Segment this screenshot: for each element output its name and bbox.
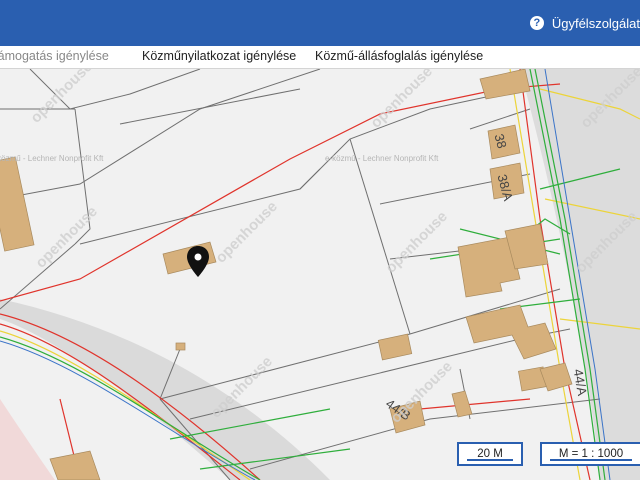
tab-bar: Támogatás igénylése Közműnyilatkozat igé… <box>0 46 640 69</box>
watermark-text: openhouse <box>382 208 451 277</box>
provider-text: e-közmű - Lechner Nonprofit Kft <box>325 154 439 163</box>
building <box>479 69 531 100</box>
building <box>175 342 186 351</box>
help-icon: ? <box>529 16 544 30</box>
map-canvas: 38 38/A 44/A 44/B e-közmű - Lechner Nonp… <box>0 69 640 480</box>
watermark-text: openhouse <box>32 203 101 272</box>
watermark-text: openhouse <box>367 69 436 132</box>
tab-kozmunyilatkozat[interactable]: Közműnyilatkozat igénylése <box>142 49 296 63</box>
pink-area <box>0 399 55 480</box>
scale-ratio[interactable]: M = 1 : 1000 <box>540 442 640 466</box>
building <box>0 156 35 252</box>
tab-tamogatas[interactable]: Támogatás igénylése <box>0 49 109 63</box>
buildings <box>0 69 573 480</box>
road-surface <box>0 299 330 480</box>
building <box>377 333 413 361</box>
scale-bar: 20 M <box>457 442 523 466</box>
cadastral-map[interactable]: 38 38/A 44/A 44/B e-közmű - Lechner Nonp… <box>0 69 640 480</box>
tab-kozmu-allasfoglalas[interactable]: Közmű-állásfoglalás igénylése <box>315 49 483 63</box>
location-pin-icon[interactable] <box>187 246 209 277</box>
building <box>451 390 473 418</box>
help-link[interactable]: ? Ügyfélszolgálat <box>529 0 640 46</box>
watermark-text: openhouse <box>27 69 96 127</box>
water-lines <box>0 69 621 480</box>
road-surface-east <box>520 69 640 480</box>
top-bar: ? Ügyfélszolgálat <box>0 0 640 46</box>
provider-labels: e-közmű - Lechner Nonprofit Kft e-közmű … <box>0 154 439 163</box>
provider-text: e-közmű - Lechner Nonprofit Kft <box>0 154 104 163</box>
building <box>49 450 101 480</box>
help-label: Ügyfélszolgálat <box>551 15 640 31</box>
